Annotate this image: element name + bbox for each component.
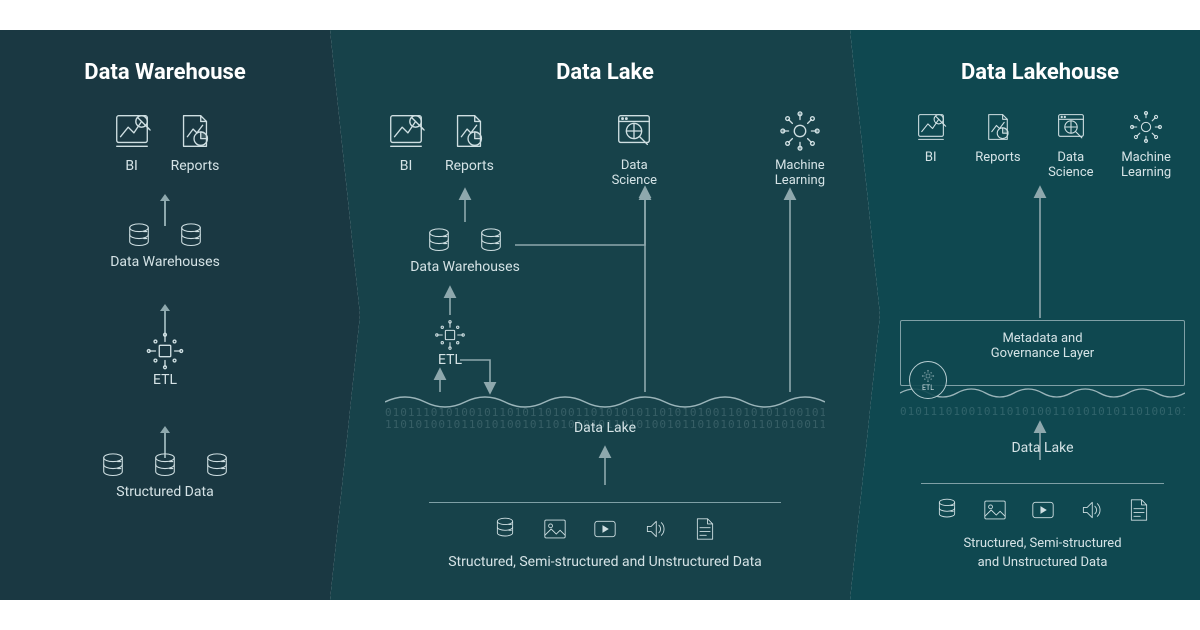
database-icon (148, 450, 182, 484)
row-source: Structured Data (0, 450, 330, 500)
bi-node: BI (111, 110, 153, 174)
audio-icon (1077, 496, 1105, 524)
diagram-stage: Data Warehouse BI Reports Data Warehouse… (0, 0, 1200, 630)
ds-node: Data Science (612, 110, 657, 188)
panel-data-warehouse: Data Warehouse BI Reports Data Warehouse… (0, 30, 360, 600)
database-icon (122, 220, 156, 254)
ml-label: Machine Learning (1121, 150, 1171, 180)
reports-icon (981, 110, 1015, 144)
database-icon (491, 515, 519, 543)
row-consumers: BI Reports (0, 110, 330, 174)
dw-label: Data Warehouses (110, 254, 220, 270)
reports-node: Reports (445, 110, 494, 188)
machine-learning-icon (779, 110, 821, 152)
binary-decoration: 01011101001011010100110101010110100101 (900, 405, 1185, 418)
audio-icon (641, 515, 669, 543)
row-source: Structured, Semi-structured and Unstruct… (385, 494, 825, 570)
image-icon (541, 515, 569, 543)
panel-title: Data Warehouse (0, 60, 330, 85)
ds-node: Data Science (1048, 110, 1093, 180)
lake-label: Data Lake (900, 440, 1185, 456)
etl-badge: ETL (909, 361, 947, 399)
database-icon (200, 450, 234, 484)
bi-icon (385, 110, 427, 152)
document-icon (1125, 496, 1153, 524)
reports-label: Reports (445, 158, 494, 174)
data-lake-layer: 0101110101001011010110100110101010110101… (385, 392, 825, 436)
reports-icon (448, 110, 490, 152)
panel-data-lake: Data Lake BI Reports Data Science (330, 30, 880, 600)
row-dw: Data Warehouses (0, 220, 330, 270)
row-source: Structured, Semi-structured and Unstruct… (900, 475, 1185, 570)
bi-label: BI (125, 158, 138, 174)
ml-label: Machine Learning (775, 158, 825, 188)
row-etl: ETL (0, 330, 330, 388)
etl-label: ETL (922, 384, 934, 392)
binary-decoration: 1101010010110101001011010101011010100101… (385, 418, 825, 431)
database-icon (933, 496, 961, 524)
reports-label: Reports (171, 158, 220, 174)
bi-label: BI (925, 150, 937, 165)
data-science-icon (613, 110, 655, 152)
etl-label: ETL (153, 372, 177, 388)
row-dw: Data Warehouses (380, 225, 550, 275)
bi-node: BI (914, 110, 948, 180)
image-icon (981, 496, 1009, 524)
dw-label: Data Warehouses (410, 259, 520, 275)
reports-label: Reports (975, 150, 1020, 165)
bi-icon (111, 110, 153, 152)
reports-node: Reports (171, 110, 220, 174)
database-icon (474, 225, 508, 259)
video-icon (591, 515, 619, 543)
database-icon (422, 225, 456, 259)
src-label: Structured Data (116, 484, 213, 500)
reports-node: Reports (975, 110, 1020, 180)
etl-label: ETL (438, 352, 462, 368)
row-etl: ETL (405, 318, 495, 368)
ml-node: Machine Learning (1121, 110, 1171, 180)
meta-label: Metadata and Governance Layer (991, 331, 1094, 361)
ds-label: Data Science (612, 158, 657, 188)
bi-label: BI (400, 158, 413, 174)
data-science-icon (1054, 110, 1088, 144)
etl-icon (144, 330, 186, 372)
reports-icon (174, 110, 216, 152)
panel-data-lakehouse: Data Lakehouse BI Reports Data Science M… (850, 30, 1200, 600)
database-icon (96, 450, 130, 484)
document-icon (691, 515, 719, 543)
etl-icon (921, 369, 935, 383)
video-icon (1029, 496, 1057, 524)
metadata-governance-box: Metadata and Governance Layer ETL (900, 320, 1185, 386)
src-label: Structured, Semi-structured and Unstruct… (963, 536, 1121, 570)
ml-node: Machine Learning (775, 110, 825, 188)
bi-icon (914, 110, 948, 144)
etl-icon (433, 318, 467, 352)
database-icon (174, 220, 208, 254)
governance-layer: Metadata and Governance Layer ETL 010111… (900, 320, 1185, 456)
machine-learning-icon (1129, 110, 1163, 144)
bi-node: BI (385, 110, 427, 188)
src-label: Structured, Semi-structured and Unstruct… (448, 554, 762, 570)
ds-label: Data Science (1048, 150, 1093, 180)
